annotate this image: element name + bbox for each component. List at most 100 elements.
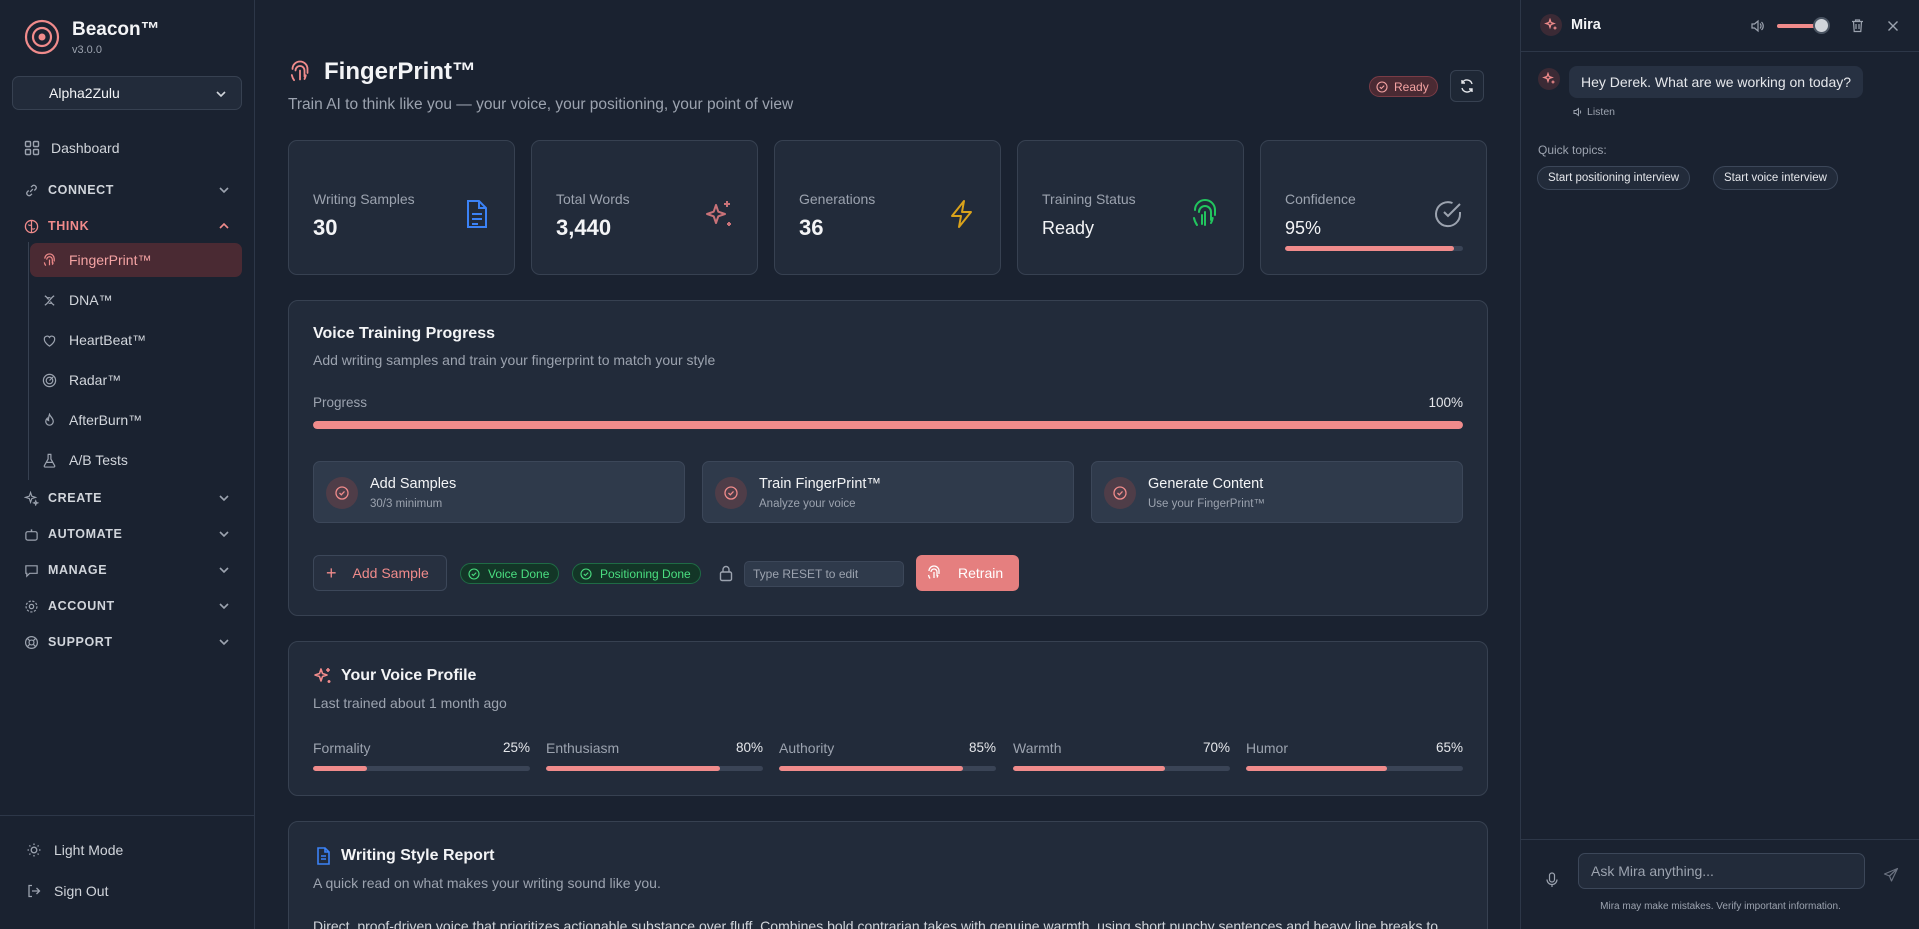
close-icon[interactable] (1886, 19, 1900, 33)
voice-profile-panel: Your Voice Profile Last trained about 1 … (288, 641, 1488, 796)
nav-section-account[interactable]: ACCOUNT (12, 591, 242, 621)
trait-value: 25% (502, 740, 530, 755)
heart-icon (43, 335, 56, 347)
trait-name: Enthusiasm (546, 740, 620, 756)
chat-header: Mira (1521, 0, 1919, 52)
stat-label: Writing Samples (313, 191, 415, 207)
chat-input[interactable]: Ask Mira anything... (1578, 853, 1865, 889)
nav-section-manage-label: MANAGE (48, 563, 108, 577)
quick-topic-chip[interactable]: Start positioning interview (1537, 166, 1691, 190)
nav-item-label: FingerPrint™ (69, 252, 152, 268)
nav-item-afterburn[interactable]: AfterBurn™ (30, 403, 242, 437)
trait-bar (1013, 766, 1230, 771)
nav-section-support[interactable]: SUPPORT (12, 627, 242, 657)
stat-card-writing-samples: Writing Samples 30 (288, 140, 515, 275)
nav-section-think-label: THINK (48, 219, 90, 233)
writing-style-report-panel: Writing Style Report A quick read on wha… (288, 821, 1488, 929)
step-subtitle: 30/3 minimum (370, 498, 443, 510)
stat-card-training-status: Training Status Ready (1017, 140, 1244, 275)
mira-avatar (1540, 14, 1562, 36)
voice-training-panel: Voice Training Progress Add writing samp… (288, 300, 1488, 616)
nav-section-manage[interactable]: MANAGE (12, 555, 242, 585)
nav-item-fingerprint[interactable]: FingerPrint™ (30, 243, 242, 277)
trait-bar (546, 766, 763, 771)
lifebuoy-icon (24, 635, 39, 649)
nav-item-label: DNA™ (69, 292, 113, 308)
trait-bar (779, 766, 996, 771)
refresh-button[interactable] (1450, 70, 1484, 102)
nav-section-create[interactable]: CREATE (12, 483, 242, 513)
reset-confirm-input[interactable]: Type RESET to edit (744, 561, 904, 587)
listen-label: Listen (1587, 106, 1616, 118)
stat-value: 36 (799, 215, 824, 240)
brain-icon (24, 219, 39, 233)
trait-name: Formality (313, 740, 371, 756)
trait-enthusiasm: Enthusiasm 80% (546, 740, 763, 771)
trait-warmth: Warmth 70% (1013, 740, 1230, 771)
chat-footer: Ask Mira anything... Mira may make mista… (1521, 839, 1919, 929)
light-mode-label: Light Mode (54, 842, 124, 858)
page-title: FingerPrint™ (324, 58, 477, 85)
trait-name: Warmth (1013, 740, 1062, 756)
panel-subtitle: Add writing samples and train your finge… (313, 352, 716, 368)
send-icon[interactable] (1883, 867, 1899, 883)
trait-value: 70% (1202, 740, 1230, 755)
chat-input-placeholder: Ask Mira anything... (1591, 863, 1714, 879)
trait-authority: Authority 85% (779, 740, 996, 771)
quick-topic-chip[interactable]: Start voice interview (1713, 166, 1838, 190)
report-body: Direct, proof-driven voice that prioriti… (313, 918, 1439, 929)
confidence-progress-bar (1285, 246, 1463, 251)
brand: Beacon™ v3.0.0 (0, 0, 254, 60)
trash-icon[interactable] (1850, 18, 1865, 33)
stat-card-total-words: Total Words 3,440 (531, 140, 758, 275)
volume-slider-handle[interactable] (1813, 17, 1830, 34)
check-circle-icon (580, 567, 592, 580)
fingerprint-icon (290, 60, 309, 82)
trait-humor: Humor 65% (1246, 740, 1463, 771)
nav-item-ab-tests[interactable]: A/B Tests (30, 443, 242, 477)
light-mode-button[interactable]: Light Mode (26, 842, 123, 858)
flame-icon (45, 412, 54, 426)
nav-item-dna[interactable]: DNA™ (30, 283, 242, 317)
volume-icon[interactable] (1750, 19, 1764, 33)
nav-item-label: AfterBurn™ (69, 412, 143, 428)
voice-done-label: Voice Done (488, 566, 550, 581)
nav-item-heartbeat[interactable]: HeartBeat™ (30, 323, 242, 357)
nav-dashboard[interactable]: Dashboard (12, 131, 242, 165)
panel-title: Voice Training Progress (313, 325, 495, 342)
lightning-icon (951, 200, 972, 228)
add-sample-label: Add Sample (352, 565, 429, 581)
sparkles-icon (1542, 72, 1555, 84)
nav-item-radar[interactable]: Radar™ (30, 363, 242, 397)
stat-value: Ready (1042, 218, 1095, 238)
listen-button[interactable]: Listen (1573, 106, 1615, 118)
workspace-select[interactable]: Alpha2Zulu (12, 76, 242, 110)
workspace-select-value: Alpha2Zulu (49, 85, 120, 101)
nav-dashboard-label: Dashboard (51, 140, 120, 156)
panel-title: Your Voice Profile (313, 666, 476, 686)
dna-icon (44, 294, 55, 306)
plus-icon: + (326, 562, 337, 583)
nav-section-think[interactable]: THINK (12, 211, 242, 241)
nav-section-automate[interactable]: AUTOMATE (12, 519, 242, 549)
stat-card-generations: Generations 36 (774, 140, 1001, 275)
trait-bar-fill (1246, 766, 1388, 771)
sign-out-button[interactable]: Sign Out (26, 883, 108, 899)
page-header: FingerPrint™ Train AI to think like you … (288, 58, 793, 114)
nav-section-connect[interactable]: CONNECT (12, 175, 242, 205)
retrain-label: Retrain (958, 565, 1004, 581)
add-sample-button[interactable]: + Add Sample (313, 555, 447, 591)
trait-name: Authority (779, 740, 835, 756)
step-generate-content: Generate Content Use your FingerPrint™ (1091, 461, 1463, 523)
lock-icon (719, 565, 733, 582)
speaker-icon (1573, 107, 1582, 117)
panel-title: Writing Style Report (313, 846, 495, 866)
gear-icon (25, 599, 38, 613)
sparkles-icon (314, 668, 331, 683)
grid-icon (24, 140, 40, 156)
document-icon (467, 200, 487, 228)
retrain-button[interactable]: Retrain (916, 555, 1019, 591)
panel-title-text: Writing Style Report (341, 847, 495, 864)
microphone-icon[interactable] (1545, 872, 1559, 888)
fingerprint-icon (927, 565, 940, 579)
